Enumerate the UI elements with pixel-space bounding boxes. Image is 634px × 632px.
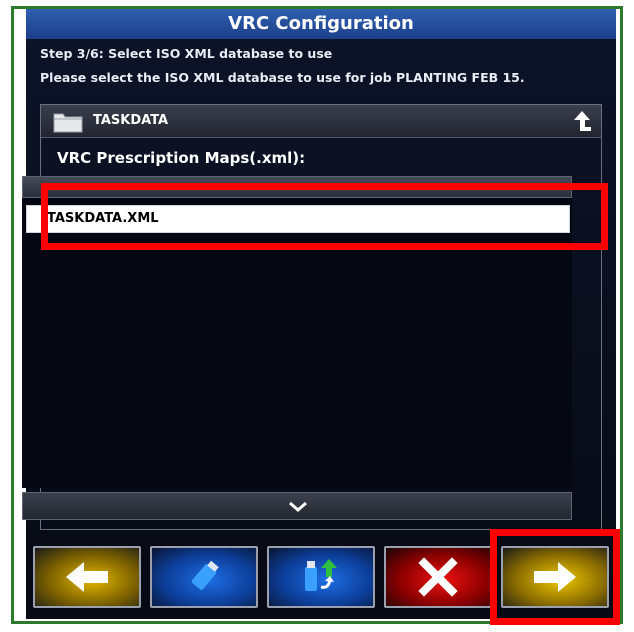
usb-button[interactable]: [150, 546, 258, 608]
chevron-down-icon: [289, 501, 307, 512]
step-indicator: Step 3/6: Select ISO XML database to use: [40, 46, 333, 61]
highlight-box-file: [41, 183, 608, 250]
close-x-icon: [418, 557, 458, 597]
cancel-button[interactable]: [384, 546, 492, 608]
list-label: VRC Prescription Maps(.xml):: [57, 149, 306, 167]
scroll-down-button[interactable]: [22, 492, 572, 520]
usb-import-icon: [305, 559, 337, 591]
folder-up-arrow-icon[interactable]: [571, 109, 593, 133]
highlight-box-next: [490, 529, 620, 625]
dialog-title: VRC Configuration: [26, 9, 616, 39]
usb-drive-icon: [191, 560, 219, 590]
back-button[interactable]: [33, 546, 141, 608]
arrow-left-icon: [66, 562, 108, 592]
usb-import-button[interactable]: [267, 546, 375, 608]
instruction-text: Please select the ISO XML database to us…: [40, 70, 525, 85]
folder-path-bar: TASKDATA: [41, 105, 601, 138]
folder-name: TASKDATA: [93, 113, 169, 128]
folder-icon: [53, 113, 83, 133]
